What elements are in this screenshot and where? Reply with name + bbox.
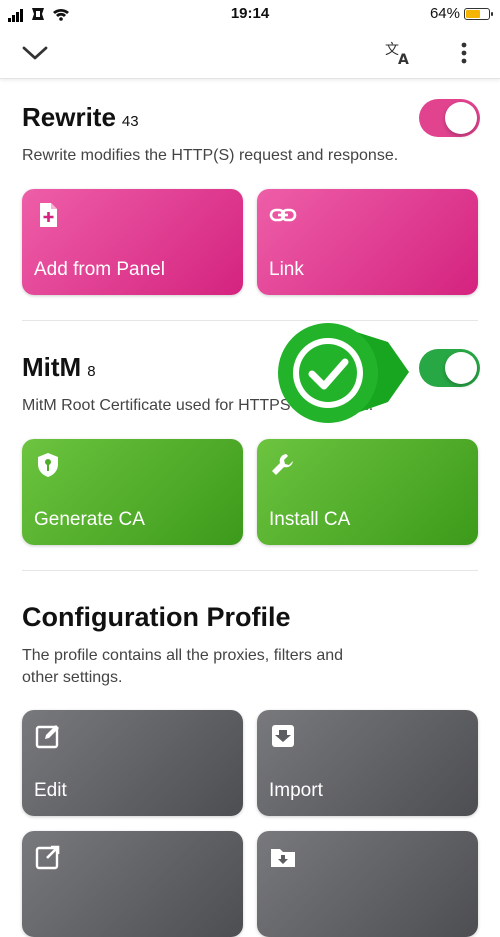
folder-download-button[interactable]	[257, 831, 478, 937]
edit-button[interactable]: Edit	[22, 710, 243, 816]
link-icon	[269, 208, 297, 222]
edit-label: Edit	[34, 780, 67, 801]
link-button[interactable]: Link	[257, 189, 478, 295]
navigation-bar: 文 A	[0, 28, 500, 79]
toggle-knob	[445, 352, 477, 384]
add-from-panel-button[interactable]: Add from Panel	[22, 189, 243, 295]
add-from-panel-label: Add from Panel	[34, 259, 165, 280]
collapse-button[interactable]	[18, 36, 52, 70]
config-description-line1: The profile contains all the proxies, fi…	[22, 647, 344, 664]
svg-text:A: A	[398, 52, 409, 66]
rewrite-description: Rewrite modifies the HTTP(S) request and…	[22, 147, 399, 164]
mitm-toggle[interactable]	[419, 349, 480, 387]
config-description: The profile contains all the proxies, fi…	[22, 645, 343, 689]
rewrite-toggle[interactable]	[419, 99, 480, 137]
install-ca-label: Install CA	[269, 509, 351, 530]
wrench-icon	[272, 454, 293, 475]
rewrite-count: 43	[121, 113, 139, 130]
folder-download-icon	[271, 849, 295, 867]
link-label: Link	[269, 259, 304, 280]
more-options-button[interactable]	[447, 36, 481, 70]
add-file-icon	[40, 203, 57, 227]
import-button[interactable]: Import	[257, 710, 478, 816]
import-icon	[272, 725, 294, 747]
more-vertical-icon	[461, 42, 467, 64]
svg-text:文: 文	[385, 42, 399, 58]
shield-key-icon	[38, 453, 58, 477]
checkmark-marker-icon	[278, 323, 409, 423]
mitm-title-text: MitM	[22, 352, 82, 382]
translate-icon: 文 A	[385, 42, 409, 66]
export-icon	[35, 845, 60, 870]
export-button[interactable]	[22, 831, 243, 937]
import-label: Import	[269, 780, 323, 801]
battery-icon	[464, 7, 493, 20]
generate-ca-label: Generate CA	[34, 509, 145, 530]
status-right: 64%	[429, 5, 493, 22]
config-title: Configuration Profile	[22, 602, 291, 632]
generate-ca-button[interactable]: Generate CA	[22, 439, 243, 545]
section-divider	[22, 320, 478, 321]
rewrite-title: Rewrite 43	[22, 102, 139, 133]
mitm-title: MitM 8	[22, 352, 96, 383]
battery-percentage: 64%	[429, 5, 460, 22]
install-ca-button[interactable]: Install CA	[257, 439, 478, 545]
section-divider	[22, 570, 478, 571]
rewrite-title-text: Rewrite	[22, 102, 116, 132]
chevron-down-icon	[22, 46, 48, 60]
edit-icon	[35, 725, 59, 749]
toggle-knob	[445, 102, 477, 134]
status-bar: 19:14 64%	[0, 0, 500, 28]
translate-button[interactable]: 文 A	[382, 36, 416, 70]
config-description-line2: other settings.	[22, 669, 123, 686]
mitm-count: 8	[87, 363, 96, 380]
status-time: 19:14	[230, 5, 270, 22]
